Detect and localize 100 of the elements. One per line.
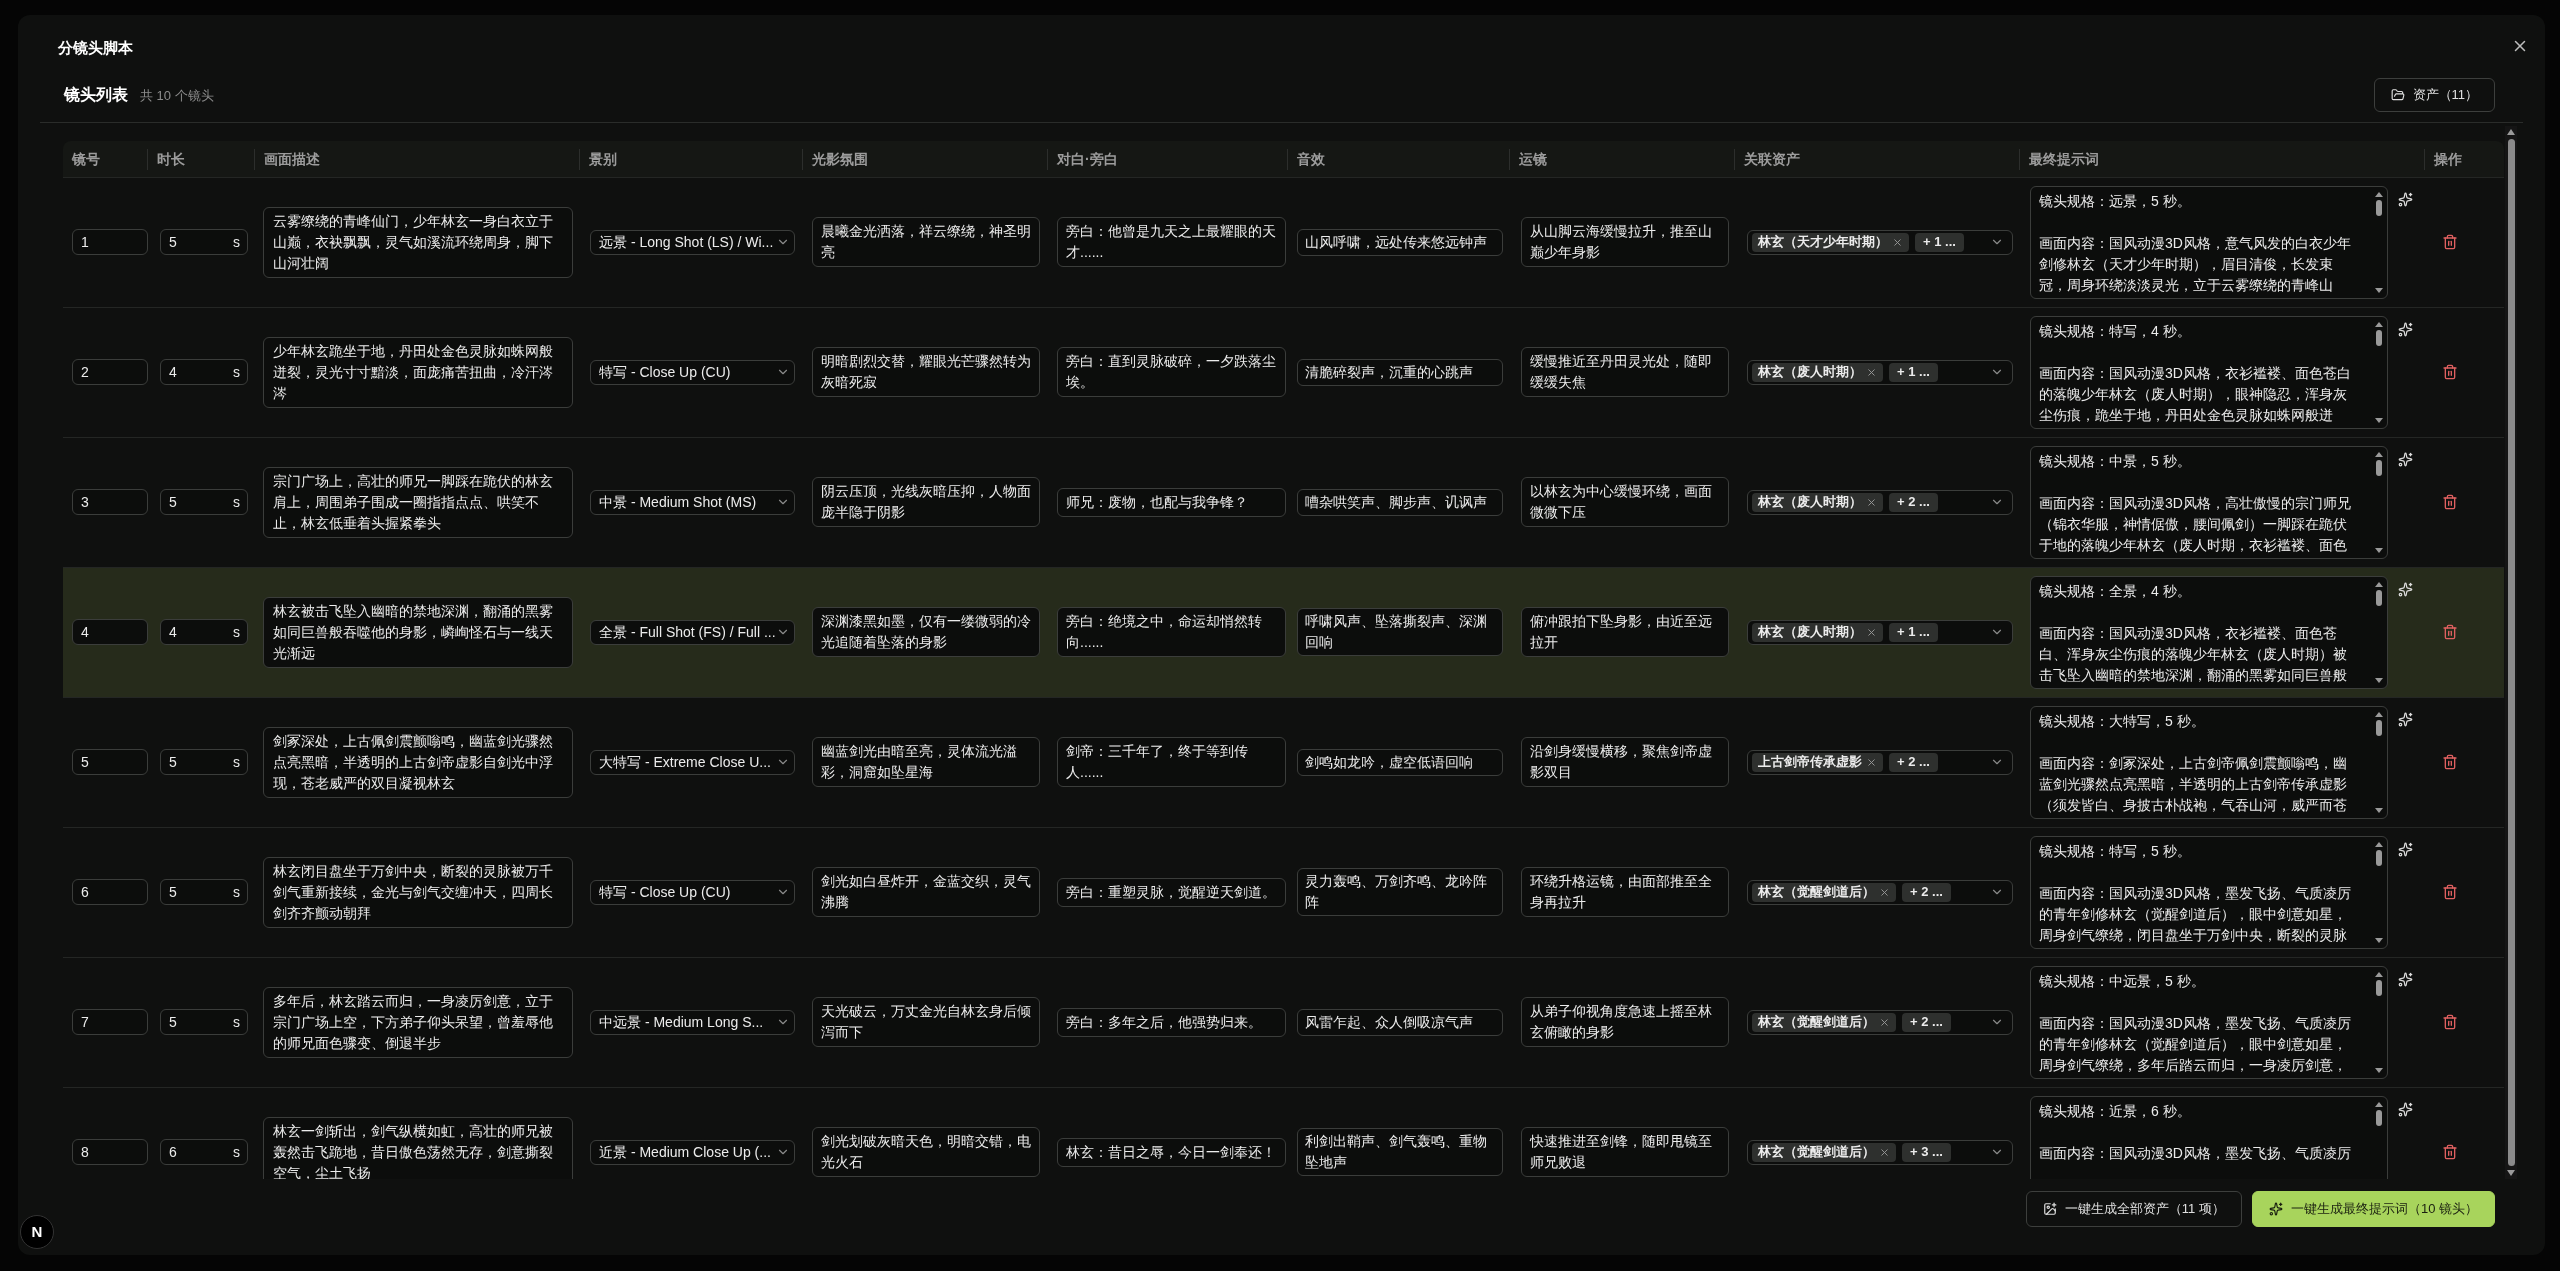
dialogue-field[interactable]: 旁白：绝境之中，命运却悄然转向...... [1057,607,1286,657]
sound-field[interactable]: 风雷乍起、众人倒吸凉气声 [1297,1008,1503,1036]
asset-select[interactable]: 林玄（废人时期） + 2 ... [1747,489,2013,515]
generate-button[interactable]: 一键生成全部资产（11 项） [2025,1191,2242,1227]
lighting-field[interactable]: 天光破云，万丈金光自林玄身后倾泻而下 [812,997,1040,1047]
description-field[interactable]: 多年后，林玄踏云而归，一身凌厉剑意，立于宗门广场上空，下方弟子仰头呆望，曾羞辱他的师兄面色骤变、倒退半步 [263,986,573,1058]
asset-select[interactable]: 林玄（废人时期） + 1 ... [1747,619,2013,645]
prompt-field[interactable]: 镜头规格：近景，6 秒。 画面内容：国风动漫3D风格，墨发飞扬、气质凌厉 [2030,1095,2388,1179]
sound-field[interactable]: 呼啸风声、坠落撕裂声、深渊回响 [1297,608,1503,656]
dialogue-field[interactable]: 旁白：他曾是九天之上最耀眼的天才...... [1057,217,1286,267]
asset-select[interactable]: 林玄（觉醒剑道后） + 2 ... [1747,879,2013,905]
lighting-field[interactable]: 幽蓝剑光由暗至亮，灵体流光溢彩，洞窟如坠星海 [812,737,1040,787]
lighting-field[interactable]: 剑光划破灰暗天色，明暗交错，电光火石 [812,1127,1040,1177]
remove-icon[interactable] [1879,886,1890,898]
lighting-field[interactable]: 明暗剧烈交替，耀眼光芒骤然转为灰暗死寂 [812,347,1040,397]
sparkles-icon[interactable] [2398,711,2413,727]
shot-number-field[interactable]: 5 [72,749,148,775]
generate-button[interactable]: 一键生成最终提示词（10 镜头） [2251,1191,2495,1227]
description-field[interactable]: 林玄闭目盘坐于万剑中央，断裂的灵脉被万千剑气重新接续，金光与剑气交缠冲天，四周长剑齐齐颤动朝拜 [263,856,573,928]
shot-type-select[interactable]: 中景 - Medium Shot (MS) [590,489,795,515]
sound-field[interactable]: 剑鸣如龙吟，虚空低语回响 [1297,748,1503,776]
delete-icon[interactable] [2442,1144,2458,1160]
prompt-field[interactable]: 镜头规格：特写，5 秒。 画面内容：国风动漫3D风格，墨发飞扬、气质凌厉的青年剑修林玄（觉醒剑道后），眼中剑意如星，周身剑气缭绕，闭目盘坐于万剑中央，断裂的灵脉 [2030,835,2388,949]
sound-field[interactable]: 嘈杂哄笑声、脚步声、讥讽声 [1297,488,1503,516]
lighting-field[interactable]: 深渊漆黑如墨，仅有一缕微弱的冷光追随着坠落的身影 [812,607,1040,657]
asset-select[interactable]: 林玄（觉醒剑道后） + 3 ... [1747,1139,2013,1165]
description-field[interactable]: 剑冢深处，上古佩剑震颤嗡鸣，幽蓝剑光骤然点亮黑暗，半透明的上古剑帝虚影自剑光中浮现，苍老威严的双目凝视林玄 [263,726,573,798]
assets-button[interactable]: 资产（11） [2373,77,2495,112]
shot-number-field[interactable]: 8 [72,1139,148,1165]
prompt-field[interactable]: 镜头规格：全景，4 秒。 画面内容：国风动漫3D风格，衣衫褴褛、面色苍白、浑身灰尘伤痕的落魄少年林玄（废人时期）被击飞坠入幽暗的禁地深渊，翻涌的黑雾如同巨兽般 [2030,575,2388,689]
camera-field[interactable]: 缓慢推近至丹田灵光处，随即缓缓失焦 [1521,347,1729,397]
remove-icon[interactable] [1866,496,1877,508]
delete-icon[interactable] [2442,624,2458,640]
shot-type-select[interactable]: 全景 - Full Shot (FS) / Full ... [590,619,795,645]
camera-field[interactable]: 从弟子仰视角度急速上摇至林玄俯瞰的身影 [1521,997,1729,1047]
dialogue-field[interactable]: 旁白：多年之后，他强势归来。 [1057,1007,1286,1037]
remove-icon[interactable] [1879,1016,1890,1028]
sparkles-icon[interactable] [2398,321,2413,337]
description-field[interactable]: 少年林玄跪坐于地，丹田处金色灵脉如蛛网般迸裂，灵光寸寸黯淡，面庞痛苦扭曲，冷汗涔涔 [263,336,573,408]
shot-type-select[interactable]: 远景 - Long Shot (LS) / Wi... [590,229,795,255]
sparkles-icon[interactable] [2398,451,2413,467]
sparkles-icon[interactable] [2398,191,2413,207]
sparkles-icon[interactable] [2398,971,2413,987]
asset-select[interactable]: 上古剑帝传承虚影 + 2 ... [1747,749,2013,775]
delete-icon[interactable] [2442,1014,2458,1030]
camera-field[interactable]: 以林玄为中心缓慢环绕，画面微微下压 [1521,477,1729,527]
shot-number-field[interactable]: 3 [72,489,148,515]
camera-field[interactable]: 环绕升格运镜，由面部推至全身再拉升 [1521,867,1729,917]
camera-field[interactable]: 沿剑身缓慢横移，聚焦剑帝虚影双目 [1521,737,1729,787]
shot-number-field[interactable]: 2 [72,359,148,385]
remove-icon[interactable] [1892,236,1903,248]
lighting-field[interactable]: 剑光如白昼炸开，金蓝交织，灵气沸腾 [812,867,1040,917]
sound-field[interactable]: 清脆碎裂声，沉重的心跳声 [1297,358,1503,386]
camera-field[interactable]: 快速推进至剑锋，随即甩镜至师兄败退 [1521,1127,1729,1177]
dialogue-field[interactable]: 旁白：直到灵脉破碎，一夕跌落尘埃。 [1057,347,1286,397]
sound-field[interactable]: 利剑出鞘声、剑气轰鸣、重物坠地声 [1297,1128,1503,1176]
description-field[interactable]: 宗门广场上，高壮的师兄一脚踩在跪伏的林玄肩上，周围弟子围成一圈指指点点、哄笑不止，林玄低垂着头握紧拳头 [263,466,573,538]
prompt-field[interactable]: 镜头规格：特写，4 秒。 画面内容：国风动漫3D风格，衣衫褴褛、面色苍白的落魄少年林玄（废人时期），眼神隐忍，浑身灰尘伤痕，跪坐于地，丹田处金色灵脉如蛛网般迸 [2030,315,2388,429]
dialogue-field[interactable]: 师兄：废物，也配与我争锋？ [1057,487,1286,517]
camera-field[interactable]: 俯冲跟拍下坠身影，由近至远拉开 [1521,607,1729,657]
remove-icon[interactable] [1866,366,1877,378]
scrollbar[interactable] [2505,125,2517,1179]
lighting-field[interactable]: 阴云压顶，光线灰暗压抑，人物面庞半隐于阴影 [812,477,1040,527]
shot-type-select[interactable]: 特写 - Close Up (CU) [590,879,795,905]
dialogue-field[interactable]: 林玄：昔日之辱，今日一剑奉还！ [1057,1137,1286,1167]
shot-type-select[interactable]: 特写 - Close Up (CU) [590,359,795,385]
description-field[interactable]: 林玄一剑斩出，剑气纵横如虹，高壮的师兄被轰然击飞跪地，昔日傲色荡然无存，剑意撕裂空气，尘土飞扬 [263,1116,573,1179]
prompt-field[interactable]: 镜头规格：中远景，5 秒。 画面内容：国风动漫3D风格，墨发飞扬、气质凌厉的青年剑修林玄（觉醒剑道后），眼中剑意如星，周身剑气缭绕，多年后踏云而归，一身凌厉剑意， [2030,965,2388,1079]
shot-number-field[interactable]: 7 [72,1009,148,1035]
asset-select[interactable]: 林玄（天才少年时期） + 1 ... [1747,229,2013,255]
delete-icon[interactable] [2442,754,2458,770]
shot-type-select[interactable]: 中远景 - Medium Long S... [590,1009,795,1035]
asset-select[interactable]: 林玄（觉醒剑道后） + 2 ... [1747,1009,2013,1035]
sparkles-icon[interactable] [2398,581,2413,597]
delete-icon[interactable] [2442,884,2458,900]
lighting-field[interactable]: 晨曦金光洒落，祥云缭绕，神圣明亮 [812,217,1040,267]
prompt-field[interactable]: 镜头规格：大特写，5 秒。 画面内容：剑冢深处，上古剑帝佩剑震颤嗡鸣，幽蓝剑光骤然点亮黑暗，半透明的上古剑帝传承虚影（须发皆白、身披古朴战袍，气吞山河，威严而苍 [2030,705,2388,819]
sparkles-icon[interactable] [2398,841,2413,857]
delete-icon[interactable] [2442,494,2458,510]
dialogue-field[interactable]: 旁白：重塑灵脉，觉醒逆天剑道。 [1057,877,1286,907]
shot-number-field[interactable]: 6 [72,879,148,905]
sound-field[interactable]: 山风呼啸，远处传来悠远钟声 [1297,228,1503,256]
description-field[interactable]: 林玄被击飞坠入幽暗的禁地深渊，翻涌的黑雾如同巨兽般吞噬他的身影，嶙峋怪石与一线天光渐远 [263,596,573,668]
prompt-field[interactable]: 镜头规格：远景，5 秒。 画面内容：国风动漫3D风格，意气风发的白衣少年剑修林玄（天才少年时期），眉目清俊，长发束冠，周身环绕淡淡灵光，立于云雾缭绕的青峰山 [2030,185,2388,299]
description-field[interactable]: 云雾缭绕的青峰仙门，少年林玄一身白衣立于山巅，衣袂飘飘，灵气如溪流环绕周身，脚下山河壮阔 [263,206,573,278]
remove-icon[interactable] [1866,626,1877,638]
remove-icon[interactable] [1866,756,1877,768]
shot-type-select[interactable]: 近景 - Medium Close Up (... [590,1139,795,1165]
delete-icon[interactable] [2442,234,2458,250]
camera-field[interactable]: 从山脚云海缓慢拉升，推至山巅少年身影 [1521,217,1729,267]
shot-number-field[interactable]: 4 [72,619,148,645]
sparkles-icon[interactable] [2398,1101,2413,1117]
sound-field[interactable]: 灵力轰鸣、万剑齐鸣、龙吟阵阵 [1297,868,1503,916]
prompt-field[interactable]: 镜头规格：中景，5 秒。 画面内容：国风动漫3D风格，高壮傲慢的宗门师兄（锦衣华服，神情倨傲，腰间佩剑）一脚踩在跪伏于地的落魄少年林玄（废人时期，衣衫褴褛、面色 [2030,445,2388,559]
delete-icon[interactable] [2442,364,2458,380]
shot-type-select[interactable]: 大特写 - Extreme Close U... [590,749,795,775]
shot-number-field[interactable]: 1 [72,229,148,255]
asset-select[interactable]: 林玄（废人时期） + 1 ... [1747,359,2013,385]
remove-icon[interactable] [1879,1146,1890,1158]
dialogue-field[interactable]: 剑帝：三千年了，终于等到传人...... [1057,737,1286,787]
